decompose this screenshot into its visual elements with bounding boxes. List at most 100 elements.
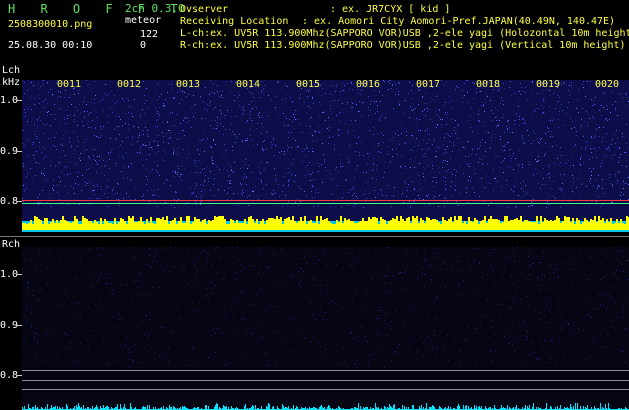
noise-dot bbox=[622, 346, 623, 347]
noise-dot bbox=[508, 142, 509, 143]
noise-dot bbox=[433, 186, 434, 187]
noise-dot bbox=[558, 338, 559, 339]
noise-dot bbox=[148, 351, 149, 352]
noise-dot bbox=[262, 117, 263, 118]
noise-dot bbox=[254, 294, 255, 295]
noise-dot bbox=[265, 308, 266, 309]
noise-dot bbox=[64, 293, 65, 294]
noise-dot bbox=[182, 270, 183, 271]
noise-dot bbox=[285, 198, 286, 199]
lch-power-bar bbox=[178, 221, 180, 230]
noise-dot bbox=[451, 262, 452, 263]
noise-dot bbox=[406, 131, 407, 132]
noise-dot bbox=[391, 282, 392, 283]
noise-dot bbox=[348, 162, 349, 163]
noise-dot bbox=[423, 173, 424, 174]
noise-dot bbox=[342, 103, 343, 104]
noise-dot bbox=[254, 131, 255, 132]
noise-dot bbox=[509, 149, 510, 150]
lch-power-bar bbox=[96, 222, 98, 230]
noise-dot bbox=[617, 115, 618, 116]
noise-dot bbox=[282, 249, 283, 250]
lch-power-bar bbox=[390, 220, 392, 230]
noise-dot bbox=[312, 135, 313, 136]
rch-power-bar bbox=[143, 406, 144, 410]
noise-dot bbox=[213, 163, 214, 164]
noise-dot bbox=[23, 325, 24, 326]
noise-dot bbox=[237, 205, 238, 206]
noise-dot bbox=[269, 179, 270, 180]
noise-dot bbox=[405, 100, 406, 101]
noise-dot bbox=[466, 115, 467, 116]
noise-dot bbox=[306, 357, 307, 358]
noise-dot bbox=[147, 264, 148, 265]
noise-dot bbox=[210, 157, 211, 158]
noise-dot bbox=[433, 269, 434, 270]
noise-dot bbox=[590, 316, 591, 317]
noise-dot bbox=[594, 274, 595, 275]
noise-dot bbox=[24, 145, 25, 146]
noise-dot bbox=[262, 253, 263, 254]
noise-dot bbox=[52, 263, 53, 264]
noise-dot bbox=[484, 125, 485, 126]
noise-dot bbox=[27, 121, 28, 122]
lch-power-bar bbox=[244, 219, 246, 230]
noise-dot bbox=[502, 273, 503, 274]
noise-dot bbox=[455, 348, 456, 349]
noise-dot bbox=[478, 114, 479, 115]
noise-dot bbox=[324, 111, 325, 112]
noise-dot bbox=[564, 322, 565, 323]
noise-dot bbox=[69, 347, 70, 348]
noise-dot bbox=[128, 196, 129, 197]
noise-dot bbox=[479, 263, 480, 264]
noise-dot bbox=[475, 248, 476, 249]
noise-dot bbox=[430, 161, 431, 162]
noise-dot bbox=[182, 130, 183, 131]
noise-dot bbox=[622, 312, 623, 313]
noise-dot bbox=[421, 275, 422, 276]
noise-dot bbox=[220, 97, 221, 98]
noise-dot bbox=[56, 149, 57, 150]
noise-dot bbox=[288, 137, 289, 138]
noise-dot bbox=[34, 286, 35, 287]
noise-dot bbox=[392, 140, 393, 141]
noise-dot bbox=[545, 184, 546, 185]
noise-dot bbox=[434, 331, 435, 332]
time-label-0013: 0013 bbox=[176, 79, 201, 90]
noise-dot bbox=[465, 156, 466, 157]
noise-dot bbox=[623, 188, 624, 189]
noise-dot bbox=[542, 256, 543, 257]
noise-dot bbox=[263, 324, 264, 325]
noise-dot bbox=[52, 146, 53, 147]
noise-dot bbox=[216, 167, 217, 168]
noise-dot bbox=[328, 117, 329, 118]
lch-power-bar bbox=[36, 217, 38, 230]
noise-dot bbox=[168, 363, 169, 364]
lch-power-bar bbox=[458, 216, 460, 230]
noise-dot bbox=[444, 357, 445, 358]
lch-power-bar bbox=[200, 222, 202, 230]
noise-dot bbox=[625, 362, 626, 363]
noise-dot bbox=[175, 172, 176, 173]
lch-power-bar bbox=[336, 220, 338, 230]
noise-dot bbox=[577, 100, 578, 101]
noise-dot bbox=[481, 168, 482, 169]
noise-dot bbox=[495, 134, 496, 135]
noise-dot bbox=[331, 301, 332, 302]
rch-power-bar bbox=[557, 406, 558, 410]
noise-dot bbox=[260, 162, 261, 163]
noise-dot bbox=[322, 112, 323, 113]
noise-dot bbox=[570, 165, 571, 166]
noise-dot bbox=[164, 354, 165, 355]
noise-dot bbox=[603, 249, 604, 250]
noise-dot bbox=[64, 97, 65, 98]
noise-dot bbox=[232, 146, 233, 147]
noise-dot bbox=[361, 308, 362, 309]
noise-dot bbox=[42, 190, 43, 191]
noise-dot bbox=[611, 139, 612, 140]
noise-dot bbox=[82, 133, 83, 134]
noise-dot bbox=[443, 261, 444, 262]
noise-dot bbox=[91, 285, 92, 286]
noise-dot bbox=[568, 323, 569, 324]
noise-dot bbox=[306, 156, 307, 157]
